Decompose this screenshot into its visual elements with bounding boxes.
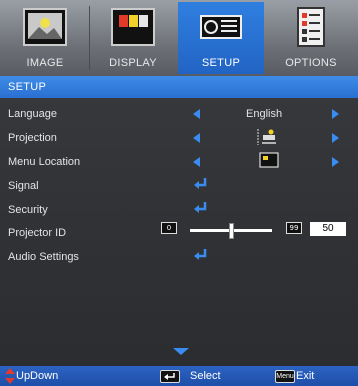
updown-hint: UpDown [16,370,59,382]
projection-label: Projection [8,132,57,144]
updown-icon [5,368,15,384]
tab-display-label: DISPLAY [109,57,157,69]
slider-min-box: 0 [161,222,177,234]
slider-max-box: 99 [286,222,302,234]
menu-location-right-arrow[interactable] [332,157,339,167]
exit-hint: Exit [296,370,315,382]
projection-mode-icon [257,129,276,145]
audio-settings-enter-icon[interactable] [193,248,209,262]
tab-image-label: IMAGE [26,57,64,69]
menu-location-left-arrow[interactable] [193,157,200,167]
tab-bar: IMAGE DISPLAY SETUP OPTIONS [0,0,358,76]
tab-options[interactable]: OPTIONS [268,2,354,74]
menu-key-icon: Menu [275,370,295,383]
osd-menu: IMAGE DISPLAY SETUP OPTIONS SETUP Langua… [0,0,358,386]
menu-location-label: Menu Location [8,156,81,168]
projection-left-arrow[interactable] [193,133,200,143]
section-title: SETUP [8,81,47,93]
language-value: English [246,108,283,120]
options-icon [297,7,325,47]
projector-id-value: 50 [310,222,346,236]
tab-options-label: OPTIONS [285,57,337,69]
projector-icon [200,15,242,39]
security-label: Security [8,204,48,216]
security-enter-icon[interactable] [193,201,209,215]
scroll-down-icon[interactable] [173,348,189,355]
signal-label: Signal [8,180,39,192]
enter-key-icon [160,370,180,383]
tab-setup[interactable]: SETUP [178,2,264,74]
display-icon [111,8,155,46]
language-right-arrow[interactable] [332,109,339,119]
tab-display[interactable]: DISPLAY [90,2,176,74]
menu-location-icon [259,152,279,168]
audio-settings-label: Audio Settings [8,251,79,263]
image-icon [23,8,67,46]
projector-id-slider-knob[interactable] [229,223,234,239]
footer-bar: UpDown Select Menu Exit [0,366,358,386]
projection-right-arrow[interactable] [332,133,339,143]
select-hint: Select [190,370,221,382]
section-header: SETUP [0,76,358,98]
projector-id-label: Projector ID [8,227,67,239]
signal-enter-icon[interactable] [193,177,209,191]
language-label: Language [8,108,57,120]
tab-setup-label: SETUP [201,57,241,69]
tab-image[interactable]: IMAGE [2,2,88,74]
language-left-arrow[interactable] [193,109,200,119]
